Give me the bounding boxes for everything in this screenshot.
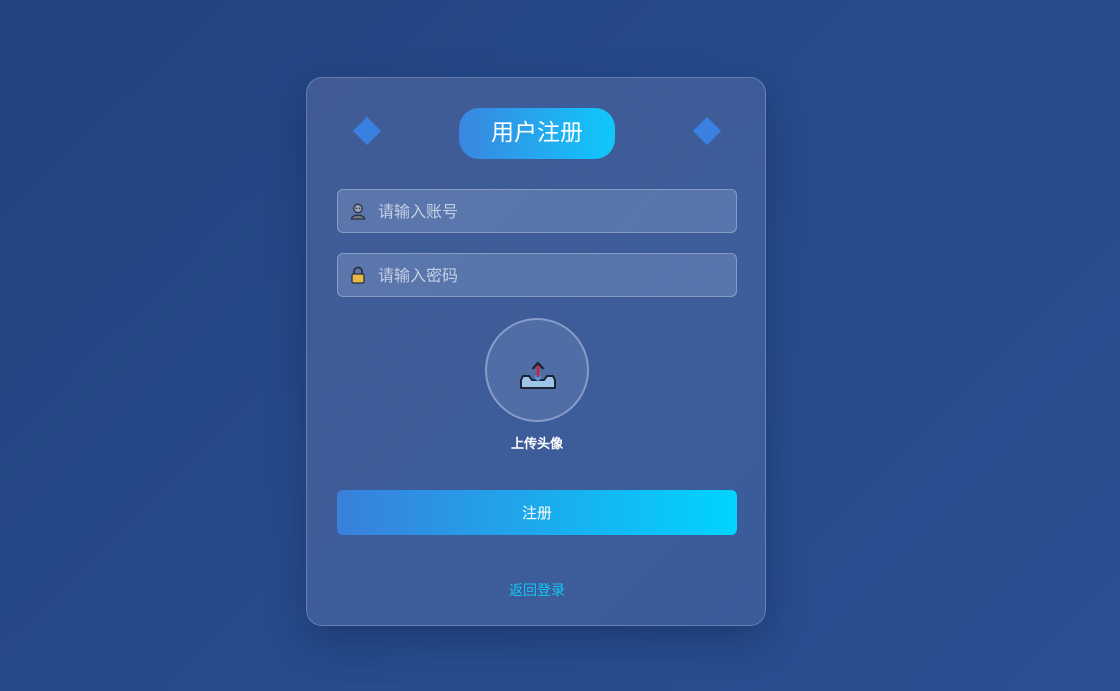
upload-avatar-label: 上传头像 — [510, 437, 563, 452]
register-card: 用户注册 上传头像 注册 返回登录 — [306, 77, 766, 626]
password-input[interactable] — [378, 254, 728, 296]
back-to-login-link[interactable]: 返回登录 — [437, 580, 637, 600]
diamond-icon — [352, 116, 382, 146]
password-field[interactable] — [337, 253, 737, 297]
page-title: 用户注册 — [459, 108, 615, 159]
avatar-upload-button[interactable] — [485, 318, 589, 422]
register-button[interactable]: 注册 — [337, 490, 737, 535]
account-input[interactable] — [378, 190, 728, 232]
lock-icon — [351, 266, 365, 284]
user-icon — [350, 203, 366, 220]
upload-icon — [520, 361, 556, 389]
account-field[interactable] — [337, 189, 737, 233]
diamond-icon — [692, 116, 722, 146]
